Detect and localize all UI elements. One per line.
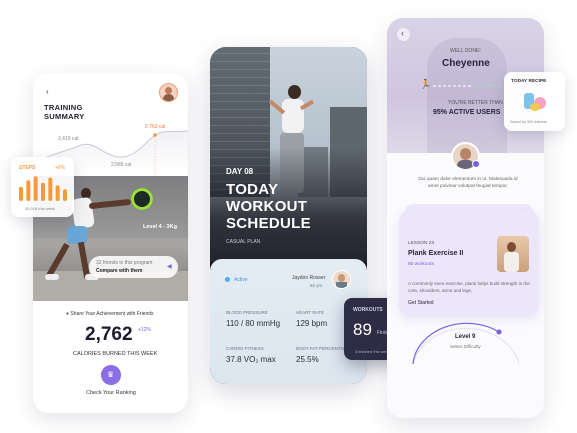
send-icon: ◀ [167, 264, 172, 270]
steps-bar [33, 176, 38, 201]
runner-icon: 🏃 [420, 79, 432, 89]
verified-icon [472, 160, 480, 168]
blood-pressure-label: BLOOD PRESSURE [226, 310, 268, 315]
steps-bar [41, 182, 45, 201]
workouts-value: 89 [353, 320, 372, 339]
lesson-title: Plank Exercise II [408, 250, 464, 257]
avatar[interactable] [159, 83, 178, 102]
active-dot-icon [225, 277, 230, 282]
calorie-low-label: 2,565 cal [111, 162, 132, 168]
status-badge: Active [234, 277, 248, 283]
lesson-description: A commonly seen exercise, plank helps bu… [408, 281, 530, 293]
recipe-food-icon [522, 89, 548, 113]
get-started-button[interactable]: Get Started [408, 300, 434, 306]
back-button[interactable]: ‹ [397, 28, 410, 41]
cardio-fitness-value: 37.8 VO₂ max [226, 355, 276, 364]
body-fat-label: BODY FAT PERCENTAGE [296, 346, 350, 351]
heart-rate-value: 129 bpm [296, 319, 328, 328]
cardio-fitness-label: CARDIO FITNESS [226, 346, 264, 351]
recipe-card[interactable]: TODAY RECIPE Saved by 320 trainers [504, 72, 565, 131]
calorie-high-label: 2,763 cal [145, 124, 166, 130]
steps-subtext: 30,016 this week [25, 206, 56, 211]
plan-label: CASUAL PLAN [226, 239, 261, 245]
level-arc [412, 322, 520, 365]
avatar[interactable] [332, 270, 351, 289]
steps-label: STEPS [19, 165, 36, 171]
recipe-subtext: Saved by 320 trainers [510, 120, 547, 124]
compare-friends-button[interactable]: 32 friends in this program Compare with … [89, 256, 178, 278]
schedule-title: TODAY WORKOUT SCHEDULE [226, 181, 311, 232]
workouts-week-text: 3 finished this week [355, 349, 390, 354]
heart-rate-label: HEART RATE [296, 310, 325, 315]
title-line-2: WORKOUT [226, 198, 308, 215]
user-age: 62 yrs [310, 283, 323, 288]
day-label: DAY 08 [226, 167, 254, 176]
difficulty-label[interactable]: Select Difficulty [450, 344, 481, 349]
lesson-label: LESSON 23 [408, 241, 435, 246]
share-achievement-link[interactable]: ● Share Your Achievement with Friends [66, 311, 154, 317]
title-line-3: SCHEDULE [226, 215, 311, 232]
calories-label: CALORIES BURNED THIS WEEK [73, 351, 158, 357]
page-title: TRAINING SUMMARY [44, 103, 85, 121]
body-fat-value: 25.5% [296, 355, 319, 364]
user-name: Jaydon Rosser [292, 275, 326, 281]
steps-bar [19, 186, 23, 201]
friends-count-text: 32 friends in this program [96, 260, 153, 266]
percent-users: 95% ACTIVE USERS [433, 109, 501, 116]
steps-bar [55, 185, 60, 201]
steps-bar [63, 189, 67, 201]
steps-change: +8% [55, 165, 66, 171]
level-label: Level 9 [455, 334, 476, 340]
calorie-mid-label: 2,419 cal [58, 136, 79, 142]
share-icon: ● [66, 311, 70, 317]
compare-text: Compare with them [96, 268, 143, 274]
steps-card[interactable]: STEPS +8% 30,016 this week [11, 157, 74, 217]
back-arrow-icon[interactable]: ‹ [46, 87, 49, 96]
trophy-icon: ♛ [107, 370, 115, 379]
lesson-card[interactable]: LESSON 23 Plank Exercise II 80 workouts … [399, 211, 539, 315]
title-line-2: SUMMARY [44, 112, 85, 121]
title-line-1: TODAY [226, 181, 279, 198]
user-name: Cheyenne [442, 58, 490, 69]
training-summary-screen: ‹ TRAINING SUMMARY 2,763 cal 2,419 cal 2… [33, 73, 188, 413]
back-arrow-icon: ‹ [401, 28, 404, 38]
steps-bar-chart [19, 176, 67, 201]
quote-text: Dui quam dolor elementum in ut. Malesuad… [418, 177, 518, 189]
blood-pressure-value: 110 / 80 mmHg [226, 319, 281, 328]
ranking-button[interactable]: ♛ [101, 365, 121, 385]
lesson-thumbnail [497, 236, 529, 272]
recipe-title: TODAY RECIPE [511, 79, 547, 84]
lesson-workouts: 80 workouts [408, 262, 434, 267]
share-text: Share Your Achievement with Friends [70, 311, 154, 317]
title-line-1: TRAINING [44, 103, 83, 112]
ranking-label: Check Your Ranking [86, 390, 136, 396]
steps-bar [48, 177, 53, 201]
well-done-label: WELL DONE! [450, 48, 481, 54]
progress-track [433, 85, 513, 87]
better-than-label: YOU'RE BETTER THAN [448, 100, 503, 106]
calories-value: 2,762 [85, 324, 133, 345]
steps-bar [26, 180, 31, 201]
calories-change: +12% [138, 327, 151, 333]
workouts-label: WORKOUTS [353, 307, 383, 313]
level-label: Level 4 - 3Kg [143, 224, 177, 230]
